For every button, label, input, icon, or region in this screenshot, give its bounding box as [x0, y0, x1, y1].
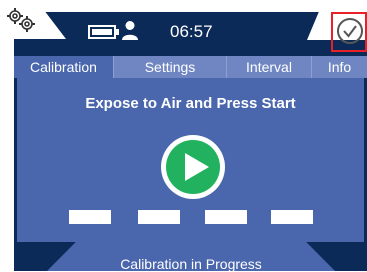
tab-settings[interactable]: Settings	[113, 56, 226, 78]
tab-bar: Calibration Settings Interval Info	[14, 56, 367, 78]
progress-box	[138, 210, 180, 224]
progress-box	[69, 210, 111, 224]
gear-icon[interactable]	[6, 7, 36, 33]
instruction-text: Expose to Air and Press Start	[85, 95, 296, 112]
progress-box	[205, 210, 247, 224]
battery-icon	[88, 25, 119, 39]
status-text: Calibration in Progress	[120, 256, 262, 272]
tab-calibration[interactable]: Calibration	[14, 56, 113, 78]
clock-time: 06:57	[170, 22, 213, 41]
tab-info[interactable]: Info	[311, 56, 367, 78]
check-highlight	[331, 12, 367, 52]
status-footer: Calibration in Progress	[47, 242, 335, 271]
calibration-panel: Expose to Air and Press Start	[17, 78, 364, 242]
tab-interval[interactable]: Interval	[226, 56, 311, 78]
user-icon	[122, 21, 138, 40]
play-icon[interactable]	[159, 133, 227, 201]
progress-box	[271, 210, 313, 224]
